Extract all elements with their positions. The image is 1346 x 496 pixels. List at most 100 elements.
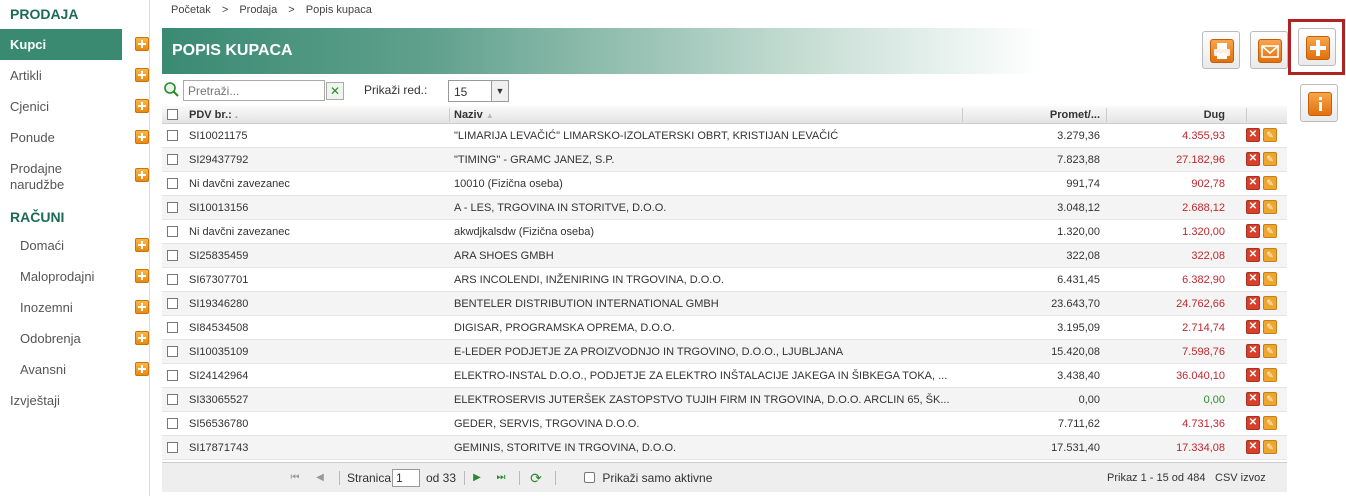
sidebar-item-kupci[interactable]: Kupci (0, 29, 122, 60)
delete-icon[interactable]: ✕ (1246, 368, 1260, 383)
delete-icon[interactable]: ✕ (1246, 416, 1260, 431)
add-inozemni-icon[interactable] (135, 300, 149, 314)
add-cjenici-icon[interactable] (135, 99, 149, 113)
print-button[interactable] (1202, 31, 1240, 69)
row-checkbox[interactable] (167, 340, 180, 363)
refresh-icon[interactable]: ⟳ (530, 471, 542, 485)
row-checkbox[interactable] (167, 364, 180, 387)
table-row[interactable]: SI29437792 "TIMING" - GRAMC JANEZ, S.P. 7.… (162, 148, 1287, 172)
delete-icon[interactable]: ✕ (1246, 224, 1260, 239)
table-row[interactable]: SI56536780 GEDER, SERVIS, TRGOVINA D.O.O.… (162, 412, 1287, 436)
first-page-icon[interactable]: ⏮ (289, 471, 301, 485)
last-page-icon[interactable]: ⏭ (495, 471, 507, 485)
clear-search-icon[interactable]: ✕ (326, 82, 344, 100)
sidebar-item-izvjestaji[interactable]: Izvještaji (0, 385, 150, 416)
table-row[interactable]: SI24142964 ELEKTRO-INSTAL D.O.O., PODJETJ… (162, 364, 1287, 388)
delete-icon[interactable]: ✕ (1246, 152, 1260, 167)
add-kupci-icon[interactable] (135, 37, 149, 51)
add-ponude-icon[interactable] (135, 130, 149, 144)
sidebar-item-avansni[interactable]: Avansni (0, 354, 150, 385)
table-row[interactable]: SI10035109 E-LEDER PODJETJE ZA PROIZVODNJ… (162, 340, 1287, 364)
row-checkbox[interactable] (167, 412, 180, 435)
edit-icon[interactable]: ✎ (1263, 176, 1277, 191)
edit-icon[interactable]: ✎ (1263, 200, 1277, 215)
add-narudzbe-icon[interactable] (135, 168, 149, 182)
email-button[interactable] (1250, 31, 1288, 69)
next-page-icon[interactable]: ▶ (471, 471, 483, 485)
row-checkbox[interactable] (167, 292, 180, 315)
sidebar-item-prodajne-narudzbe[interactable]: Prodajne narudžbe (0, 161, 100, 195)
delete-icon[interactable]: ✕ (1246, 344, 1260, 359)
add-domaci-icon[interactable] (135, 238, 149, 252)
delete-icon[interactable]: ✕ (1246, 128, 1260, 143)
row-checkbox[interactable] (167, 244, 180, 267)
breadcrumb-prodaja[interactable]: Prodaja (239, 4, 277, 16)
active-only-checkbox[interactable] (584, 472, 595, 484)
table-row[interactable]: Ni davčni zavezanec akwdjkalsdw (Fizična … (162, 220, 1287, 244)
page-number-input[interactable]: 1 (392, 469, 420, 487)
table-row[interactable]: Ni davčni zavezanec 10010 (Fizična oseba)… (162, 172, 1287, 196)
row-checkbox[interactable] (167, 220, 180, 243)
column-header-dug[interactable]: Dug (1107, 106, 1225, 123)
edit-icon[interactable]: ✎ (1263, 344, 1277, 359)
add-maloprodajni-icon[interactable] (135, 269, 149, 283)
add-artikli-icon[interactable] (135, 68, 149, 82)
rows-per-page-select[interactable]: 15 ▼ (448, 80, 509, 102)
add-customer-button[interactable] (1298, 28, 1336, 66)
row-checkbox[interactable] (167, 388, 180, 411)
delete-icon[interactable]: ✕ (1246, 248, 1260, 263)
add-avansni-icon[interactable] (135, 362, 149, 376)
edit-icon[interactable]: ✎ (1263, 248, 1277, 263)
sidebar-item-ponude[interactable]: Ponude (0, 122, 150, 153)
sidebar-item-maloprodajni[interactable]: Maloprodajni (0, 261, 150, 292)
column-header-pdv[interactable]: PDV br.: . (189, 106, 449, 123)
prev-page-icon[interactable]: ◀ (314, 471, 326, 485)
search-icon[interactable] (162, 80, 182, 100)
select-all-checkbox[interactable] (167, 106, 180, 123)
row-checkbox[interactable] (167, 148, 180, 171)
table-row[interactable]: SI19346280 BENTELER DISTRIBUTION INTERNAT… (162, 292, 1287, 316)
breadcrumb-home[interactable]: Početak (171, 4, 211, 16)
sidebar-item-domaci[interactable]: Domaći (0, 230, 150, 261)
edit-icon[interactable]: ✎ (1263, 440, 1277, 455)
table-row[interactable]: SI33065527 ELEKTROSERVIS JUTERŠEK ZASTOPS… (162, 388, 1287, 412)
edit-icon[interactable]: ✎ (1263, 392, 1277, 407)
column-header-naziv[interactable]: Naziv ▲ (454, 106, 954, 123)
sidebar-item-artikli[interactable]: Artikli (0, 60, 150, 91)
sidebar-item-odobrenja[interactable]: Odobrenja (0, 323, 150, 354)
row-checkbox[interactable] (167, 172, 180, 195)
table-row[interactable]: SI25835459 ARA SHOES GMBH 322,08 322,08 ✕ ✎ (162, 244, 1287, 268)
row-checkbox[interactable] (167, 124, 180, 147)
delete-icon[interactable]: ✕ (1246, 272, 1260, 287)
edit-icon[interactable]: ✎ (1263, 272, 1277, 287)
sidebar-item-inozemni[interactable]: Inozemni (0, 292, 150, 323)
table-row[interactable]: SI10013156 A - LES, TRGOVINA IN STORITVE,… (162, 196, 1287, 220)
table-row[interactable]: SI67307701 ARS INCOLENDI, INŽENIRING IN T… (162, 268, 1287, 292)
delete-icon[interactable]: ✕ (1246, 392, 1260, 407)
row-checkbox[interactable] (167, 316, 180, 339)
row-checkbox[interactable] (167, 196, 180, 219)
edit-icon[interactable]: ✎ (1263, 224, 1277, 239)
delete-icon[interactable]: ✕ (1246, 176, 1260, 191)
delete-icon[interactable]: ✕ (1246, 296, 1260, 311)
sidebar-item-cjenici[interactable]: Cjenici (0, 91, 150, 122)
csv-export-link[interactable]: CSV izvoz (1215, 463, 1266, 493)
delete-icon[interactable]: ✕ (1246, 200, 1260, 215)
row-checkbox[interactable] (167, 268, 180, 291)
delete-icon[interactable]: ✕ (1246, 320, 1260, 335)
edit-icon[interactable]: ✎ (1263, 128, 1277, 143)
table-row[interactable]: SI10021175 "LIMARIJA LEVAČIĆ" LIMARSKO-IZ… (162, 124, 1287, 148)
add-odobrenja-icon[interactable] (135, 331, 149, 345)
row-checkbox[interactable] (167, 436, 180, 459)
edit-icon[interactable]: ✎ (1263, 416, 1277, 431)
search-input[interactable] (183, 80, 325, 101)
edit-icon[interactable]: ✎ (1263, 152, 1277, 167)
column-header-promet[interactable]: Promet/... (962, 106, 1100, 123)
delete-icon[interactable]: ✕ (1246, 440, 1260, 455)
edit-icon[interactable]: ✎ (1263, 296, 1277, 311)
edit-icon[interactable]: ✎ (1263, 368, 1277, 383)
table-row[interactable]: SI17871743 GEMINIS, STORITVE IN TRGOVINA,… (162, 436, 1287, 460)
active-only-toggle[interactable]: Prikaži samo aktivne (584, 463, 712, 493)
table-row[interactable]: SI84534508 DIGISAR, PROGRAMSKA OPREMA, D.… (162, 316, 1287, 340)
edit-icon[interactable]: ✎ (1263, 320, 1277, 335)
